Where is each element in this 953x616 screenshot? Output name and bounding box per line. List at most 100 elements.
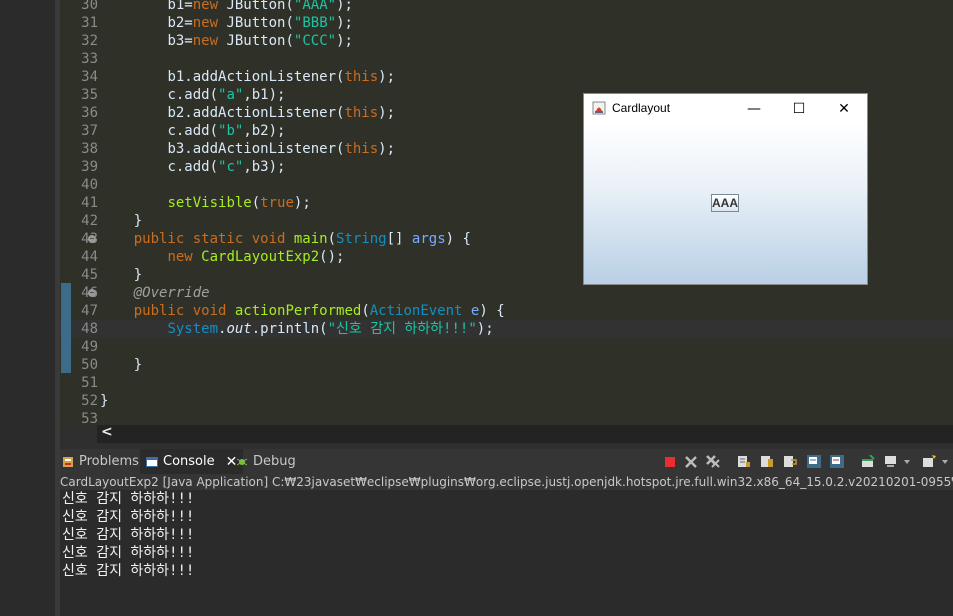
tab-debug[interactable]: Debug — [236, 449, 296, 474]
code-text: c.add("c",b3); — [167, 159, 286, 175]
fold-toggle-icon[interactable]: − — [88, 289, 96, 297]
console-output-line: 신호 감지 하하하!!! — [62, 545, 195, 561]
change-marker — [61, 283, 71, 373]
terminate-icon[interactable] — [663, 455, 677, 468]
scroll-left-arrow-icon[interactable]: < — [101, 424, 113, 440]
code-line[interactable]: 47 public void actionPerformed(ActionEve… — [60, 302, 953, 320]
code-line[interactable]: 49 — [60, 338, 953, 356]
console-launch-info: CardLayoutExp2 [Java Application] C:₩23j… — [60, 474, 953, 490]
code-text: } — [100, 267, 143, 283]
code-line[interactable]: 34 b1.addActionListener(this); — [60, 68, 953, 86]
code-line[interactable]: 48 System.out.println("신호 감지 하하하!!!"); — [60, 320, 953, 338]
line-number: 41 — [81, 195, 98, 211]
console-tab-bar: Problems Console ✕ Debug — [60, 449, 953, 474]
tab-console[interactable]: Console ✕ — [140, 449, 244, 474]
minimize-button[interactable]: — — [731, 94, 777, 123]
line-number: 51 — [81, 375, 98, 391]
clear-console-icon[interactable] — [737, 455, 751, 468]
code-text: @Override — [133, 285, 210, 301]
code-text: c.add("a",b1); — [167, 87, 286, 103]
left-panel — [0, 0, 55, 616]
tab-problems[interactable]: Problems — [62, 449, 139, 474]
line-number: 34 — [81, 69, 98, 85]
console-icon — [146, 456, 158, 467]
line-number: 33 — [81, 51, 98, 67]
open-console-dropdown-icon[interactable] — [941, 455, 949, 468]
display-console-icon[interactable] — [884, 455, 898, 468]
maximize-button[interactable]: ☐ — [776, 94, 822, 123]
tab-label: Debug — [253, 454, 296, 469]
line-number: 36 — [81, 105, 98, 121]
aaa-button[interactable]: AAA — [711, 194, 739, 212]
line-number: 52 — [81, 393, 98, 409]
tab-label: Console — [163, 454, 215, 469]
code-text: b3=new JButton("CCC"); — [167, 33, 353, 49]
line-number: 44 — [81, 249, 98, 265]
window-title: Cardlayout — [612, 101, 671, 115]
tab-label: Problems — [79, 454, 139, 469]
console-output-line: 신호 감지 하하하!!! — [62, 509, 195, 525]
code-text: b2=new JButton("BBB"); — [167, 15, 353, 31]
cardlayout-window[interactable]: Cardlayout — ☐ ✕ AAA — [583, 93, 868, 285]
console-output[interactable]: 신호 감지 하하하!!! 신호 감지 하하하!!! 신호 감지 하하하!!! 신… — [60, 490, 953, 616]
console-output-line: 신호 감지 하하하!!! — [62, 527, 195, 543]
code-line[interactable]: 46− @Override — [60, 284, 953, 302]
line-number: 40 — [81, 177, 98, 193]
code-text: public static void main(String[] args) { — [133, 231, 471, 247]
java-icon — [592, 101, 606, 115]
word-wrap-icon[interactable] — [783, 455, 797, 468]
code-line[interactable]: 52} — [60, 392, 953, 410]
line-number: 50 — [81, 357, 98, 373]
line-number: 53 — [81, 411, 98, 427]
line-number: 45 — [81, 267, 98, 283]
pin-console-icon[interactable] — [861, 455, 875, 468]
code-text: System.out.println("신호 감지 하하하!!!"); — [167, 321, 494, 337]
close-icon: ✕ — [838, 100, 850, 117]
scroll-lock-icon[interactable] — [760, 455, 774, 468]
line-number: 48 — [81, 321, 98, 337]
code-line[interactable]: 50 } — [60, 356, 953, 374]
problems-icon — [63, 456, 73, 467]
code-line[interactable]: 51 — [60, 374, 953, 392]
remove-all-launches-icon[interactable] — [706, 455, 720, 468]
show-console-stdout-icon[interactable] — [807, 455, 821, 468]
code-text: b2.addActionListener(this); — [167, 105, 396, 121]
code-text: new CardLayoutExp2(); — [167, 249, 345, 265]
console-output-line: 신호 감지 하하하!!! — [62, 491, 195, 507]
line-number: 42 — [81, 213, 98, 229]
code-line[interactable]: 32 b3=new JButton("CCC"); — [60, 32, 953, 50]
line-number: 35 — [81, 87, 98, 103]
code-line[interactable]: 30 b1=new JButton("AAA"); — [60, 0, 953, 14]
code-text: public void actionPerformed(ActionEvent … — [133, 303, 505, 319]
line-number: 47 — [81, 303, 98, 319]
code-text: setVisible(true); — [167, 195, 311, 211]
console-output-line: 신호 감지 하하하!!! — [62, 563, 195, 579]
code-text: } — [100, 393, 109, 409]
line-number: 39 — [81, 159, 98, 175]
show-console-stderr-icon[interactable] — [830, 455, 844, 468]
line-number: 49 — [81, 339, 98, 355]
minimize-icon: — — [747, 100, 761, 117]
code-text: b1.addActionListener(this); — [167, 69, 396, 85]
code-text: b1=new JButton("AAA"); — [167, 0, 353, 13]
line-number: 38 — [81, 141, 98, 157]
code-line[interactable]: 31 b2=new JButton("BBB"); — [60, 14, 953, 32]
line-number: 30 — [81, 0, 98, 13]
editor-horizontal-scrollbar[interactable]: < — [97, 424, 953, 443]
code-text: b3.addActionListener(this); — [167, 141, 396, 157]
line-number: 37 — [81, 123, 98, 139]
debug-icon — [236, 458, 248, 465]
code-text: } — [100, 357, 143, 373]
open-console-icon[interactable] — [922, 455, 936, 468]
code-text: c.add("b",b2); — [167, 123, 286, 139]
code-line[interactable]: 33 — [60, 50, 953, 68]
maximize-icon: ☐ — [792, 100, 806, 117]
window-title-bar[interactable]: Cardlayout — ☐ ✕ — [584, 94, 867, 123]
code-text: } — [100, 213, 143, 229]
close-button[interactable]: ✕ — [821, 94, 867, 123]
line-number: 32 — [81, 33, 98, 49]
line-number: 31 — [81, 15, 98, 31]
remove-launch-icon[interactable] — [684, 455, 698, 468]
fold-toggle-icon[interactable]: − — [88, 235, 96, 243]
display-console-dropdown-icon[interactable] — [903, 455, 911, 468]
